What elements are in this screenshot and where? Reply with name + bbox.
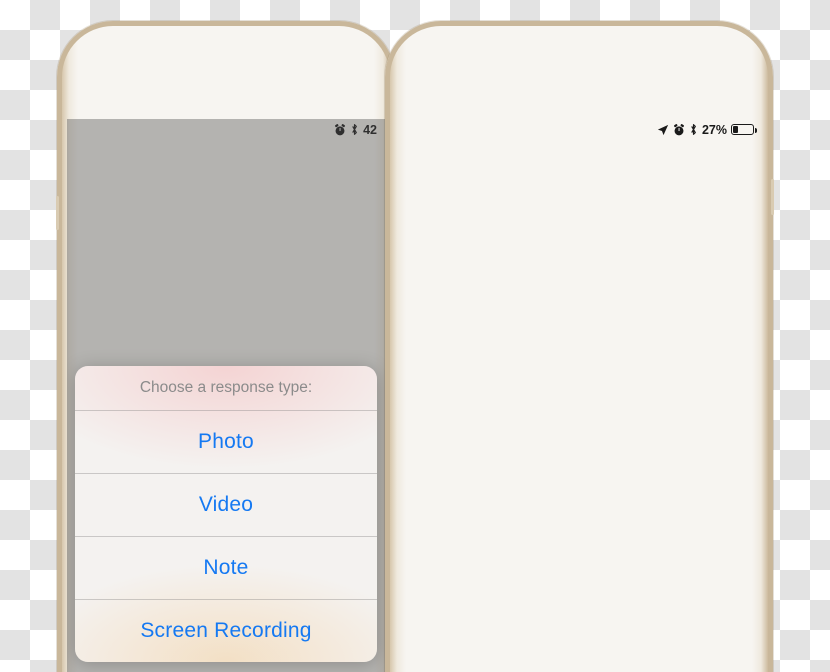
uploads-photo-count: 0 — [470, 540, 479, 557]
hamburger-menu-icon — [417, 161, 437, 164]
hamburger-menu-icon — [88, 162, 108, 166]
left-phone-volume-button — [56, 196, 59, 230]
media-author: b — [368, 239, 375, 253]
action-sheet-option-note[interactable]: Note — [75, 536, 377, 599]
right-phone: 3 17:11 27% Task List 1. Intro selfie vi… — [385, 21, 774, 672]
uploads-document-count: 0 — [549, 540, 558, 557]
right-status-bar: 3 17:11 27% — [396, 119, 762, 140]
left-phone: 3 20:48 42 indeemo Notifications 1 Jul 2… — [56, 21, 395, 672]
uploads-label: Uploads: — [407, 331, 465, 348]
notifications-bar: Notifications 1 — [67, 194, 385, 233]
left-battery-percent: 42 — [363, 122, 377, 137]
action-sheet-title: Choose a response type: — [139, 379, 313, 396]
task-description: Take a series of photos of how the produ… — [407, 407, 717, 502]
right-phone-inner: 3 17:11 27% Task List 1. Intro selfie vi… — [385, 21, 773, 672]
earpiece-speaker-icon — [239, 72, 292, 77]
uploads-label: Uploads: — [407, 540, 465, 557]
photo-icon — [487, 332, 503, 347]
required-responses-label: Required responses: — [407, 514, 542, 531]
uploads-video-count: 0 — [509, 540, 518, 557]
right-phone-power-button — [771, 179, 774, 215]
left-add-button[interactable] — [355, 151, 385, 189]
bluetooth-icon — [691, 124, 696, 135]
notifications-button[interactable]: Notifications 1 — [232, 194, 373, 230]
media-meta-row: Jul 27, 2017 Uploaded b — [67, 233, 385, 259]
action-sheet-option-screen-recording[interactable]: Screen Recording — [75, 599, 377, 662]
logo-part-2: ee — [221, 154, 249, 185]
action-sheet-option-video[interactable]: Video — [75, 473, 377, 536]
hamburger-menu-icon-bar2 — [88, 168, 108, 172]
task-description: Record a 1-2 minute landscape selfie vid… — [407, 237, 748, 292]
task-required-responses: Required responses: 3 photos — [407, 504, 751, 531]
page-title: Task List — [535, 155, 623, 181]
document-icon — [566, 331, 579, 347]
response-type-action-sheet: Choose a response type: Photo Video Note… — [75, 366, 377, 662]
task-list: 1. Intro selfie video Record a 1-2 minut… — [396, 198, 762, 579]
left-phone-top-hardware — [57, 21, 395, 109]
plus-icon-vertical — [372, 160, 376, 180]
proximity-sensor-icon — [519, 68, 530, 79]
uploads-document-count: 0 — [549, 331, 558, 348]
hamburger-menu-icon-bar3 — [88, 174, 108, 178]
media-date: Jul 27, 2017 — [77, 239, 146, 253]
left-phone-inner: 3 20:48 42 indeemo Notifications 1 Jul 2… — [57, 21, 395, 672]
alarm-clock-icon — [335, 123, 346, 135]
battery-icon — [731, 124, 757, 135]
left-phone-screen: 3 20:48 42 indeemo Notifications 1 Jul 2… — [67, 119, 385, 672]
uploads-photo-count: 0 — [470, 331, 479, 348]
uploads-video-count: 0 — [509, 331, 518, 348]
task-divider — [411, 576, 747, 579]
left-status-bar: 3 20:48 42 — [67, 119, 385, 140]
earpiece-speaker-icon — [553, 71, 609, 76]
task-required-responses: Required responses: 1 video — [407, 294, 751, 321]
right-phone-screen: 3 17:11 27% Task List 1. Intro selfie vi… — [396, 119, 762, 672]
right-battery-percent: 27% — [701, 122, 727, 137]
logo-part-1: ind — [188, 154, 222, 185]
task-title: 2. Store X Readymeal display — [407, 380, 614, 398]
hamburger-menu-icon-bar2 — [417, 167, 437, 170]
add-task-button[interactable] — [711, 149, 750, 188]
app-logo: indeemo — [188, 155, 284, 186]
media-status: Uploaded — [159, 239, 213, 253]
video-camera-icon — [526, 333, 543, 346]
right-menu-button[interactable] — [408, 149, 446, 188]
notifications-label: Notifications — [248, 203, 333, 220]
action-sheet-option-photo[interactable]: Photo — [75, 410, 377, 473]
task-list-item[interactable]: 2. Store X Readymeal display Take a seri… — [407, 369, 751, 579]
left-nav-bar: indeemo — [67, 140, 385, 200]
location-arrow-icon — [657, 124, 669, 135]
task-title: 1. Intro selfie video — [407, 210, 540, 227]
front-camera-icon — [575, 47, 582, 54]
alarm-clock-icon — [674, 123, 684, 135]
right-status-right: 27% — [657, 122, 757, 137]
video-camera-icon — [526, 542, 543, 555]
notifications-badge: 1 — [342, 201, 364, 223]
front-camera-icon — [259, 49, 266, 56]
required-responses-value: 3 photos — [545, 514, 602, 531]
document-icon — [566, 541, 579, 557]
task-list-item[interactable]: 1. Intro selfie video Record a 1-2 minut… — [407, 198, 751, 369]
right-nav-bar: Task List — [396, 140, 762, 198]
left-menu-button[interactable] — [79, 151, 117, 189]
proximity-sensor-icon — [203, 69, 214, 80]
plus-icon-vertical — [729, 159, 733, 178]
bluetooth-icon — [352, 124, 357, 135]
required-responses-label: Required responses: — [407, 305, 542, 322]
photo-icon — [487, 541, 503, 556]
required-responses-value: 1 video — [545, 305, 593, 322]
right-phone-top-hardware — [385, 21, 773, 109]
left-status-right: 42 — [334, 123, 377, 137]
task-uploads: Uploads: 0 0 0 — [407, 531, 751, 557]
task-uploads: Uploads: 0 0 0 — [407, 321, 751, 347]
hamburger-menu-icon-bar3 — [417, 173, 437, 176]
logo-part-3: mo — [248, 154, 285, 185]
